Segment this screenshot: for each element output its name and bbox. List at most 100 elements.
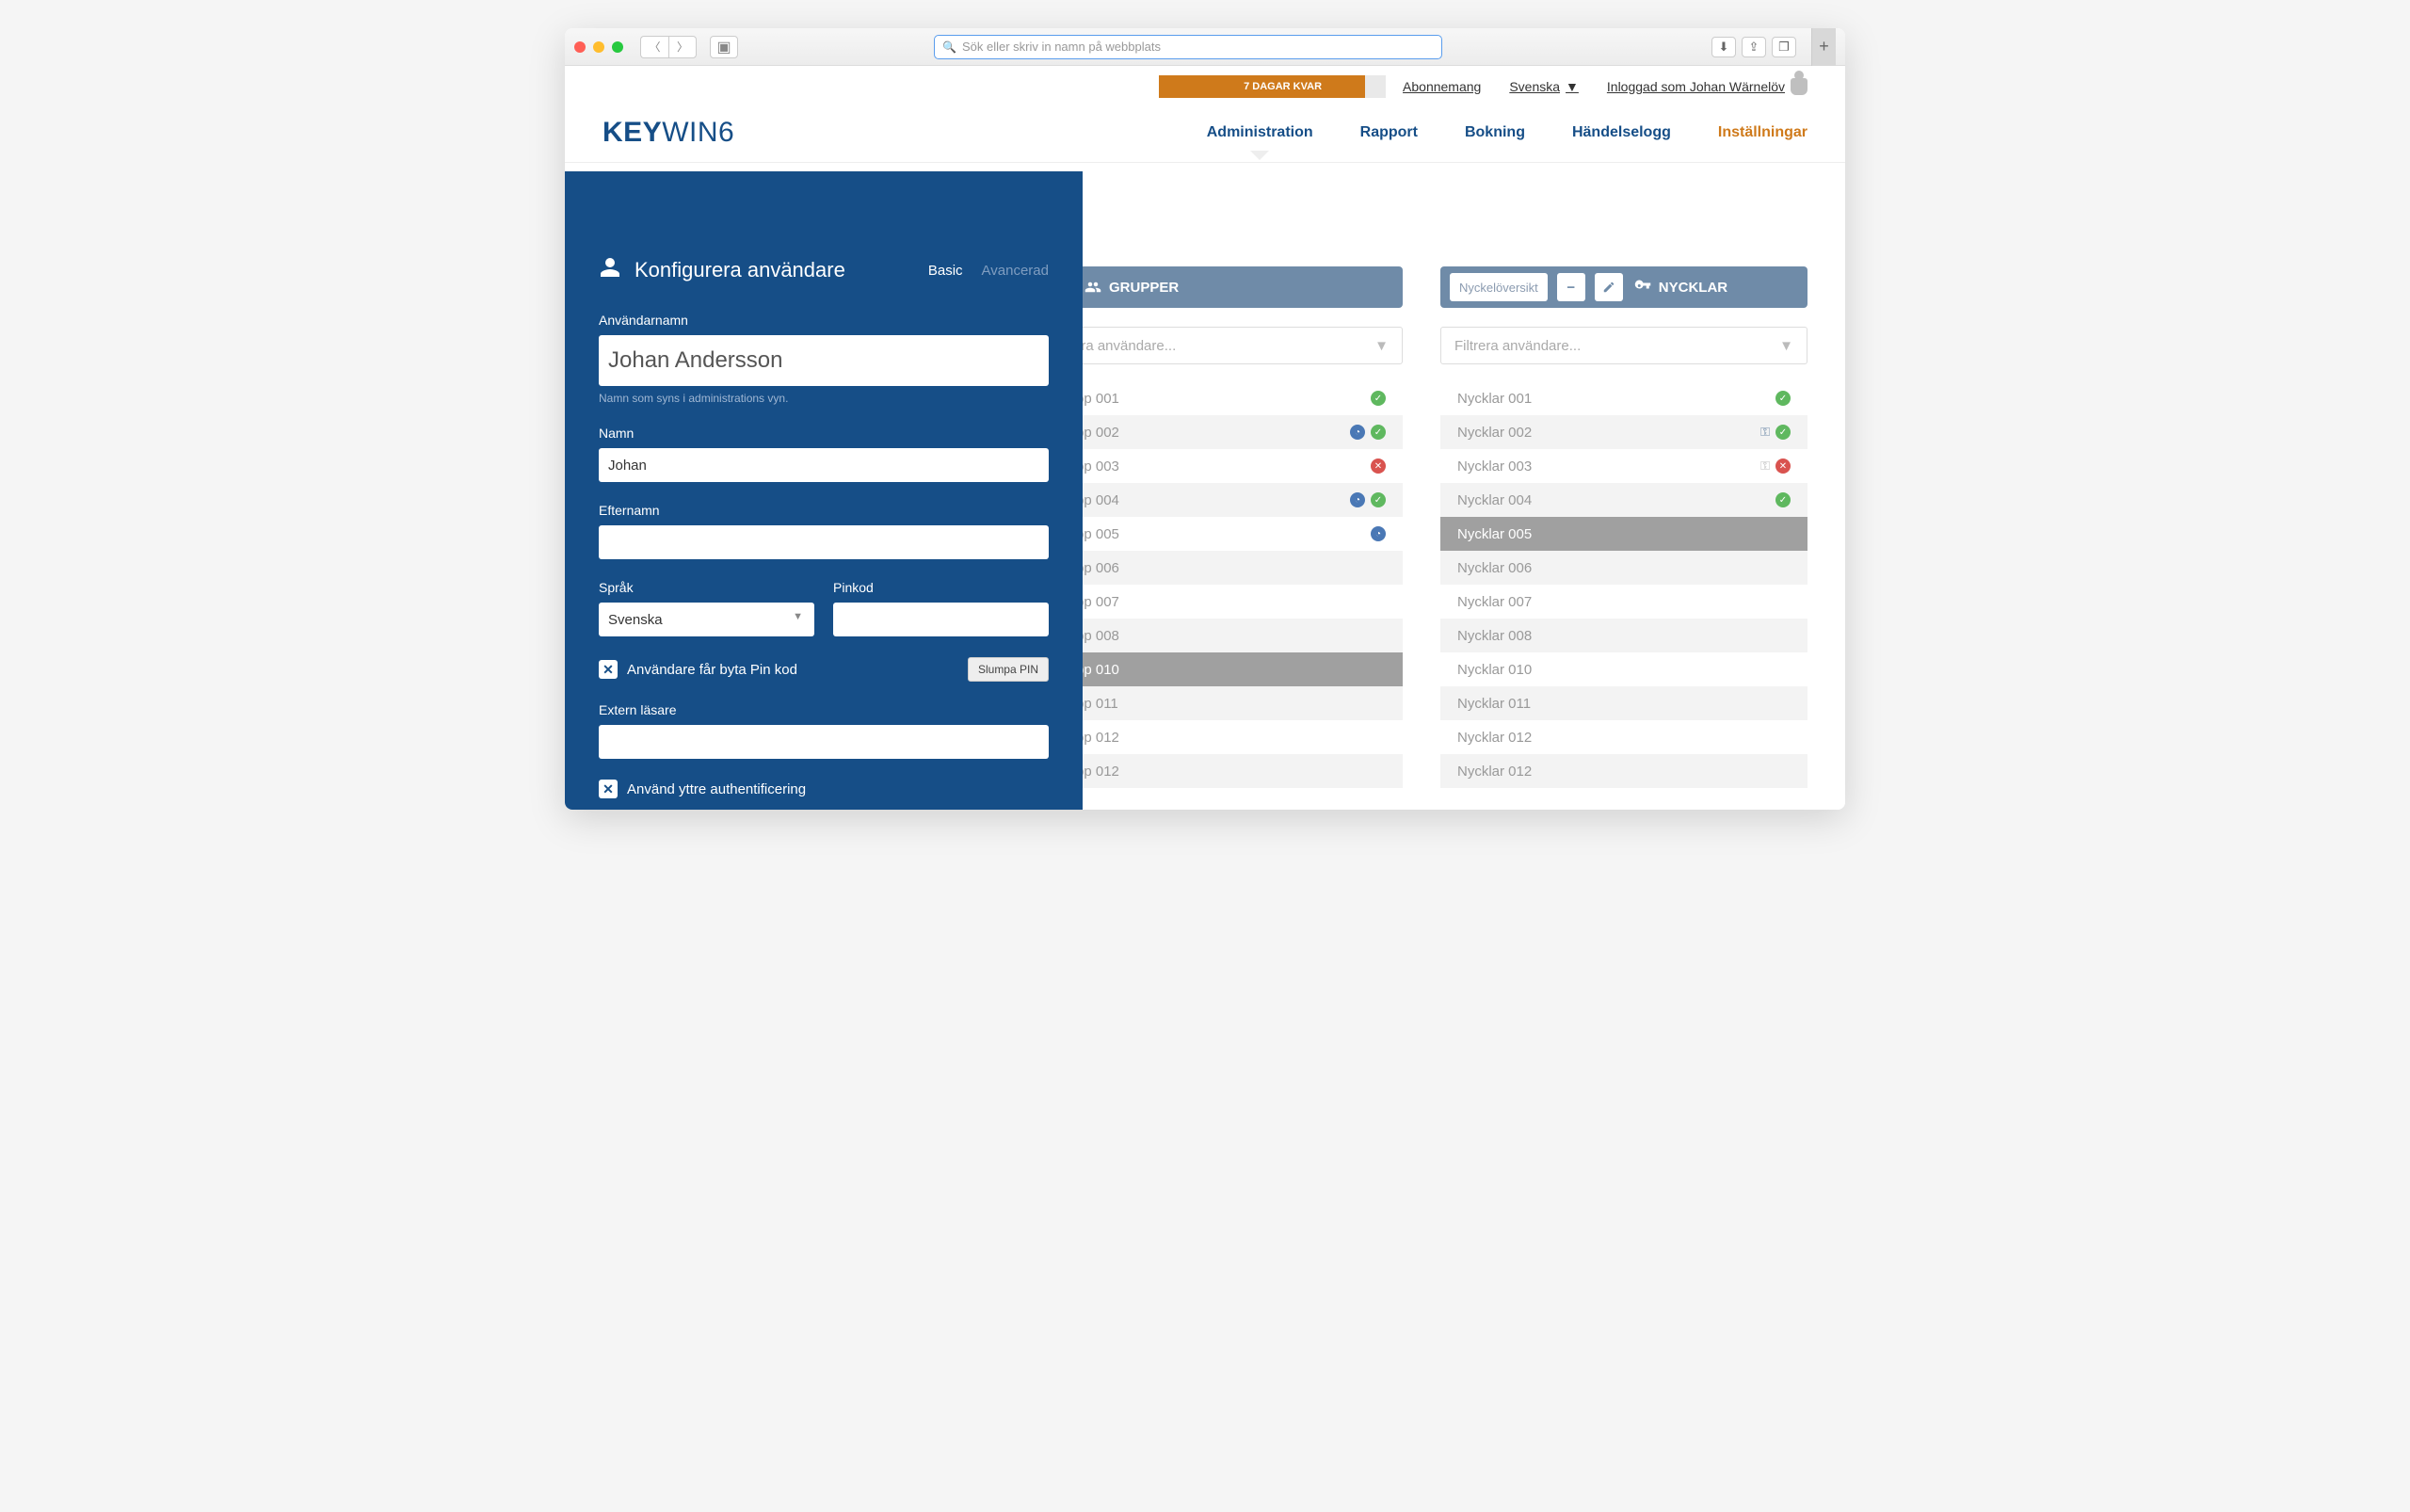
language-selector[interactable]: Svenska ▼	[1509, 79, 1579, 94]
list-item[interactable]: Grupp 007	[1036, 585, 1403, 619]
clock-icon: ◔	[1350, 425, 1365, 440]
list-item[interactable]: Nycklar 008	[1440, 619, 1808, 652]
keys-minus-button[interactable]: −	[1557, 273, 1585, 301]
downloads-icon[interactable]: ⬇	[1711, 37, 1736, 57]
randomize-pin-button[interactable]: Slumpa PIN	[968, 657, 1049, 682]
minimize-window[interactable]	[593, 41, 604, 53]
key-overview-button[interactable]: Nyckelöversikt	[1450, 273, 1548, 301]
trial-badge: 7 DAGAR KVAR	[1159, 75, 1369, 98]
tab-advanced[interactable]: Avancerad	[982, 263, 1049, 279]
app-topbar: 7 DAGAR KVAR Abonnemang Svenska ▼ Inlogg…	[565, 66, 1845, 94]
key-icon: ⚿	[1760, 458, 1770, 474]
list-item[interactable]: Grupp 005◔	[1036, 517, 1403, 551]
list-item[interactable]: Grupp 002◔✓	[1036, 415, 1403, 449]
nav-administration[interactable]: Administration	[1207, 124, 1313, 141]
list-item-label: Nycklar 003	[1457, 458, 1532, 475]
configure-user-drawer: Konfigurera användare Basic Avancerad An…	[565, 171, 1083, 810]
subscription-link[interactable]: Abonnemang	[1403, 79, 1481, 94]
language-select[interactable]: Svenska	[599, 603, 814, 636]
check-icon: ✓	[1371, 425, 1386, 440]
list-item[interactable]: Nycklar 012	[1440, 720, 1808, 754]
list-item-label: Nycklar 002	[1457, 425, 1532, 441]
chevron-down-icon: ▼	[1566, 79, 1579, 94]
logged-in-user[interactable]: Inloggad som Johan Wärnelöv	[1607, 78, 1808, 95]
sidebar-toggle[interactable]: ▣	[710, 36, 738, 58]
groups-list: Grupp 001✓Grupp 002◔✓Grupp 003✕Grupp 004…	[1036, 381, 1403, 788]
list-item[interactable]: Grupp 004◔✓	[1036, 483, 1403, 517]
traffic-lights	[574, 41, 623, 53]
list-item-label: Nycklar 006	[1457, 560, 1532, 576]
key-icon	[1634, 279, 1651, 296]
pin-change-checkbox[interactable]: ✕	[599, 660, 618, 679]
new-tab-button[interactable]: +	[1811, 28, 1836, 66]
nav-eventlog[interactable]: Händelselogg	[1572, 124, 1671, 141]
error-icon: ✕	[1775, 458, 1791, 474]
check-icon: ✓	[1775, 492, 1791, 507]
list-item[interactable]: Nycklar 007	[1440, 585, 1808, 619]
list-item-icons: ✓	[1775, 391, 1791, 406]
address-placeholder: Sök eller skriv in namn på webbplats	[962, 40, 1161, 54]
forward-button[interactable]: 〉	[668, 36, 697, 58]
keys-header: Nyckelöversikt − NYCKLAR	[1440, 266, 1808, 308]
nav-settings[interactable]: Inställningar	[1718, 124, 1808, 141]
maximize-window[interactable]	[612, 41, 623, 53]
list-item-label: Nycklar 012	[1457, 764, 1532, 780]
list-item[interactable]: Grupp 012	[1036, 754, 1403, 788]
field-external-reader: Extern läsare	[599, 702, 1049, 759]
list-item-icons: ✓	[1371, 391, 1386, 406]
back-forward: 〈 〉	[640, 36, 697, 58]
list-item[interactable]: Nycklar 005	[1440, 517, 1808, 551]
clock-icon: ◔	[1371, 526, 1386, 541]
groups-filter[interactable]: Filtrera användare... ▼	[1036, 327, 1403, 364]
list-item[interactable]: Nycklar 010	[1440, 652, 1808, 686]
list-item-icons: ✓	[1775, 492, 1791, 507]
list-item[interactable]: Grupp 012	[1036, 720, 1403, 754]
list-item[interactable]: Nycklar 002⚿✓	[1440, 415, 1808, 449]
list-item[interactable]: Grupp 011	[1036, 686, 1403, 720]
field-name: Namn	[599, 426, 1049, 482]
list-item[interactable]: Grupp 006	[1036, 551, 1403, 585]
back-button[interactable]: 〈	[640, 36, 668, 58]
list-item-label: Nycklar 001	[1457, 391, 1532, 407]
list-item[interactable]: Nycklar 006	[1440, 551, 1808, 585]
pencil-icon	[1602, 281, 1615, 294]
drawer-title: Konfigurera användare	[635, 258, 845, 282]
keys-edit-button[interactable]	[1595, 273, 1623, 301]
group-icon	[1084, 279, 1101, 296]
check-icon: ✓	[1775, 391, 1791, 406]
address-bar[interactable]: 🔍 Sök eller skriv in namn på webbplats	[934, 35, 1442, 59]
tabs-icon[interactable]: ❐	[1772, 37, 1796, 57]
list-item[interactable]: Grupp 003✕	[1036, 449, 1403, 483]
list-item[interactable]: Nycklar 011	[1440, 686, 1808, 720]
tab-basic[interactable]: Basic	[928, 263, 963, 279]
list-item[interactable]: Grupp 001✓	[1036, 381, 1403, 415]
list-item[interactable]: Nycklar 004 ✓	[1440, 483, 1808, 517]
external-reader-input[interactable]	[599, 725, 1049, 759]
check-icon: ✓	[1371, 391, 1386, 406]
keys-list: Nycklar 001✓Nycklar 002⚿✓Nycklar 003⚿✕Ny…	[1440, 381, 1808, 788]
list-item[interactable]: Grupp 008	[1036, 619, 1403, 652]
nav-booking[interactable]: Bokning	[1465, 124, 1525, 141]
external-auth-checkbox[interactable]: ✕	[599, 780, 618, 798]
pin-change-row: ✕ Användare får byta Pin kod Slumpa PIN	[599, 657, 1049, 682]
user-icon	[1791, 78, 1808, 95]
list-item[interactable]: Nycklar 012	[1440, 754, 1808, 788]
list-item[interactable]: Grupp 010	[1036, 652, 1403, 686]
nav-report[interactable]: Rapport	[1360, 124, 1418, 141]
share-icon[interactable]: ⇪	[1742, 37, 1766, 57]
main-nav: KEYWIN6 Administration Rapport Bokning H…	[565, 94, 1845, 163]
list-item[interactable]: Nycklar 001 ✓	[1440, 381, 1808, 415]
list-item[interactable]: Nycklar 003 ⚿ ✕	[1440, 449, 1808, 483]
field-lang-pin-row: Språk Svenska Pinkod	[599, 580, 1049, 636]
keys-filter[interactable]: Filtrera användare... ▼	[1440, 327, 1808, 364]
key-icon: ⚿	[1760, 425, 1770, 440]
list-item-label: Nycklar 004	[1457, 492, 1532, 508]
lastname-input[interactable]	[599, 525, 1049, 559]
groups-header: GRUPPER	[1036, 266, 1403, 308]
pin-input[interactable]	[833, 603, 1049, 636]
list-item-label: Nycklar 008	[1457, 628, 1532, 644]
username-input[interactable]	[599, 335, 1049, 386]
name-input[interactable]	[599, 448, 1049, 482]
close-window[interactable]	[574, 41, 586, 53]
list-item-icons: ✕	[1371, 458, 1386, 474]
